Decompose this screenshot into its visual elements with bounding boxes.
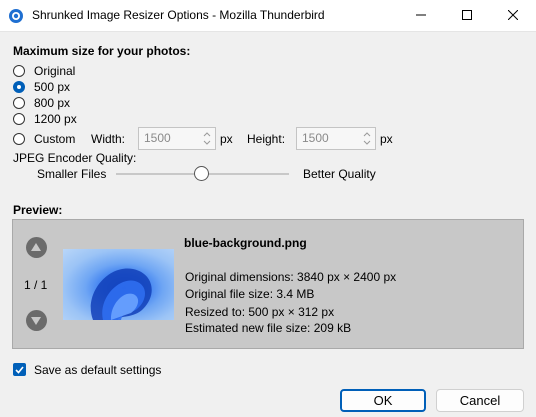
radio-500px-label: 500 px — [34, 80, 71, 94]
size-heading: Maximum size for your photos: — [13, 44, 191, 58]
close-icon — [507, 9, 519, 23]
title-bar: Shrunked Image Resizer Options - Mozilla… — [0, 0, 536, 32]
resized-dimensions: Resized to: 500 px × 312 px — [185, 305, 335, 319]
height-input[interactable]: 1500 — [296, 127, 376, 150]
save-default-label: Save as default settings — [34, 363, 162, 377]
original-file-size: Original file size: 3.4 MB — [185, 287, 315, 301]
height-label: Height: — [247, 132, 286, 146]
minimize-button[interactable] — [398, 0, 444, 31]
spin-arrows-icon[interactable] — [361, 130, 373, 147]
save-default-checkbox[interactable] — [13, 363, 26, 376]
width-unit: px — [220, 132, 233, 146]
width-value: 1500 — [144, 131, 171, 145]
next-image-button[interactable] — [26, 310, 47, 331]
height-unit: px — [380, 132, 393, 146]
radio-original[interactable] — [13, 65, 25, 77]
radio-1200px[interactable] — [13, 113, 25, 125]
window-title: Shrunked Image Resizer Options - Mozilla… — [32, 8, 325, 22]
maximize-button[interactable] — [444, 0, 490, 31]
radio-original-label: Original — [34, 64, 76, 78]
estimated-file-size: Estimated new file size: 209 kB — [185, 321, 352, 335]
close-button[interactable] — [490, 0, 536, 31]
width-label: Width: — [91, 132, 126, 146]
preview-thumbnail — [63, 249, 174, 320]
image-counter: 1 / 1 — [24, 278, 48, 292]
quality-right-label: Better Quality — [303, 167, 376, 181]
quality-label: JPEG Encoder Quality: — [13, 151, 137, 165]
ok-button[interactable]: OK — [340, 389, 426, 412]
radio-800px[interactable] — [13, 97, 25, 109]
minimize-icon — [416, 9, 426, 23]
checkmark-icon — [13, 365, 26, 379]
radio-1200px-label: 1200 px — [34, 112, 77, 126]
app-icon — [8, 8, 24, 24]
radio-500px[interactable] — [13, 81, 25, 93]
previous-image-button[interactable] — [26, 237, 47, 258]
preview-heading: Preview: — [13, 203, 63, 217]
radio-custom-label: Custom — [34, 132, 76, 146]
spin-arrows-icon[interactable] — [201, 130, 213, 147]
radio-800px-label: 800 px — [34, 96, 71, 110]
quality-left-label: Smaller Files — [37, 167, 107, 181]
maximize-icon — [462, 9, 472, 23]
preview-filename: blue-background.png — [184, 236, 307, 250]
radio-custom[interactable] — [13, 133, 25, 145]
quality-slider-thumb[interactable] — [194, 166, 209, 181]
height-value: 1500 — [302, 131, 329, 145]
original-dimensions: Original dimensions: 3840 px × 2400 px — [185, 270, 397, 284]
width-input[interactable]: 1500 — [138, 127, 216, 150]
cancel-button[interactable]: Cancel — [436, 389, 524, 412]
